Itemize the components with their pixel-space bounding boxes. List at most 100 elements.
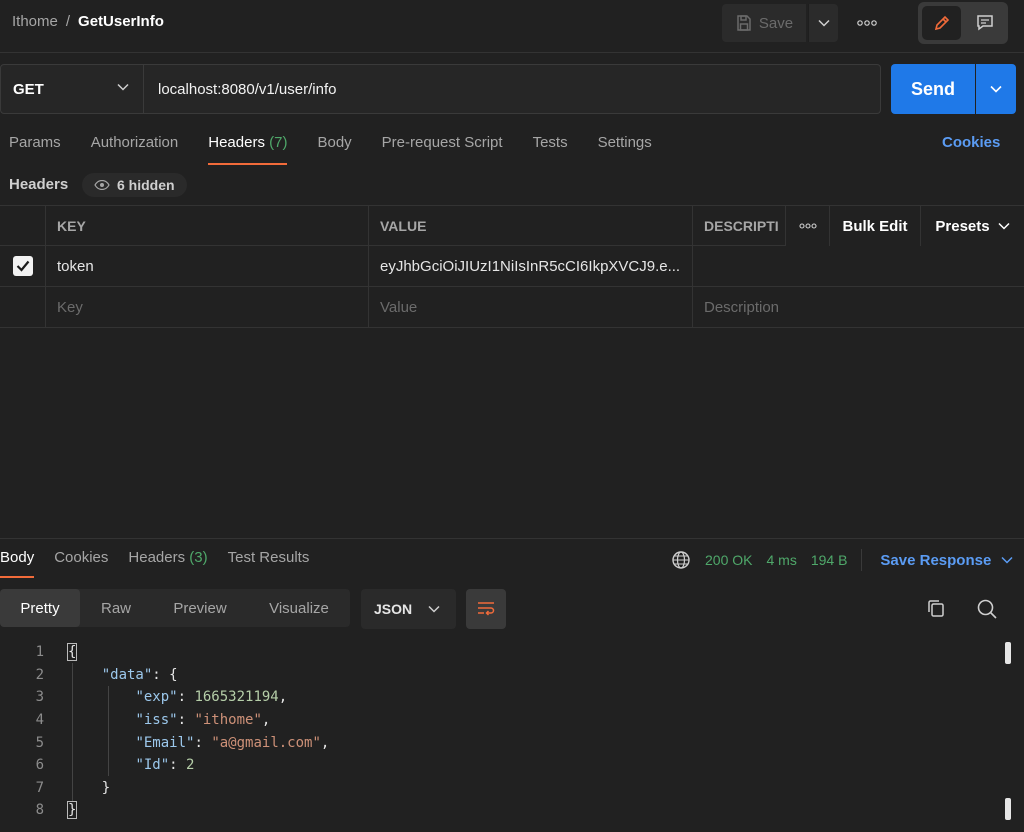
response-body-editor[interactable]: 1 { 2 "data": { 3 "exp": 1665321194, 4 "… xyxy=(0,641,1000,822)
more-horizontal-icon xyxy=(798,223,817,229)
json-string: "a@gmail.com" xyxy=(211,734,321,751)
eye-icon xyxy=(94,180,110,190)
save-icon xyxy=(737,15,751,31)
header-description-cell[interactable] xyxy=(692,246,1024,286)
presets-dropdown[interactable]: Presets xyxy=(920,206,1024,246)
close-brace: } xyxy=(66,801,78,820)
save-button[interactable]: Save xyxy=(722,4,806,42)
line-number: 7 xyxy=(35,779,44,796)
send-dropdown-button[interactable] xyxy=(976,64,1016,114)
json-punct: : { xyxy=(152,666,178,683)
tab-headers[interactable]: Headers (7) xyxy=(208,134,288,165)
line-number: 5 xyxy=(35,734,44,751)
pencil-icon xyxy=(934,15,949,31)
line-number: 4 xyxy=(35,712,44,729)
more-options-button[interactable] xyxy=(852,10,882,36)
row-check-cell xyxy=(0,287,45,327)
globe-icon[interactable] xyxy=(671,550,691,570)
wrap-lines-button[interactable] xyxy=(466,589,506,629)
code-line: 4 "iss": "ithome", xyxy=(0,709,1000,732)
line-number: 6 xyxy=(35,757,44,774)
header-key-cell[interactable]: token xyxy=(45,246,368,286)
new-description-input[interactable]: Description xyxy=(692,287,1024,327)
scrollbar-thumb[interactable] xyxy=(1005,642,1011,664)
header-enabled-checkbox[interactable] xyxy=(12,256,33,276)
view-preview[interactable]: Preview xyxy=(152,589,248,627)
tab-headers-label: Headers xyxy=(208,134,265,151)
column-value: VALUE xyxy=(368,206,692,246)
code-text: "Id": 2 xyxy=(135,757,195,774)
save-response-button[interactable]: Save Response xyxy=(880,552,1013,569)
format-dropdown[interactable]: JSON xyxy=(361,589,456,629)
scrollbar-thumb[interactable] xyxy=(1005,798,1011,820)
copy-icon[interactable] xyxy=(926,598,946,620)
request-tabs: Params Authorization Headers (7) Body Pr… xyxy=(9,134,682,165)
save-dropdown-button[interactable] xyxy=(808,4,838,42)
save-group: Save xyxy=(722,4,838,42)
header-check-cell xyxy=(0,206,45,246)
side-panel-toggle xyxy=(918,2,1008,44)
tab-settings[interactable]: Settings xyxy=(598,134,652,164)
line-number: 8 xyxy=(35,802,44,819)
tab-params[interactable]: Params xyxy=(9,134,61,164)
view-raw[interactable]: Raw xyxy=(80,589,152,627)
view-pretty[interactable]: Pretty xyxy=(0,589,80,627)
status-code[interactable]: 200 OK xyxy=(705,552,752,568)
save-response-label: Save Response xyxy=(880,551,992,569)
tab-test-results[interactable]: Test Results xyxy=(228,549,310,578)
json-string: "ithome" xyxy=(194,712,262,729)
code-line: 5 "Email": "a@gmail.com", xyxy=(0,731,1000,754)
tab-response-body[interactable]: Body xyxy=(0,549,35,578)
header-value-cell[interactable]: eyJhbGciOiJIUzI1NiIsInR5cCI6IkpXVCJ9.e..… xyxy=(368,246,692,286)
response-size[interactable]: 194 B xyxy=(811,552,848,568)
json-key: "exp" xyxy=(135,689,178,706)
json-key: "data" xyxy=(101,666,153,683)
tab-response-cookies[interactable]: Cookies xyxy=(54,549,108,578)
comment-icon xyxy=(976,15,993,31)
row-check-cell xyxy=(0,246,45,286)
breadcrumb-collection[interactable]: Ithome xyxy=(12,13,58,30)
send-button[interactable]: Send xyxy=(891,64,975,114)
search-icon[interactable] xyxy=(976,598,998,620)
code-line: 2 "data": { xyxy=(0,664,1000,687)
pane-divider[interactable] xyxy=(0,538,1024,539)
tab-response-headers[interactable]: Headers (3) xyxy=(128,549,207,578)
hidden-headers-toggle[interactable]: 6 hidden xyxy=(82,173,187,197)
chevron-down-icon xyxy=(990,85,1002,93)
code-line: 1 { xyxy=(0,641,1000,664)
hidden-headers-label: 6 hidden xyxy=(117,177,175,193)
cookies-link[interactable]: Cookies xyxy=(942,134,1000,151)
tab-pre-request-script[interactable]: Pre-request Script xyxy=(382,134,503,164)
tab-authorization[interactable]: Authorization xyxy=(91,134,179,164)
more-horizontal-icon xyxy=(857,20,877,26)
code-text: { xyxy=(66,643,78,662)
new-value-input[interactable]: Value xyxy=(368,287,692,327)
method-select[interactable]: GET xyxy=(0,64,144,114)
json-punct: } xyxy=(101,779,111,796)
response-status: 200 OK 4 ms 194 B Save Response xyxy=(671,549,1013,571)
chevron-down-icon xyxy=(428,605,440,613)
tab-body[interactable]: Body xyxy=(317,134,351,164)
open-brace: { xyxy=(66,643,78,662)
code-line: 7 } xyxy=(0,777,1000,800)
tab-tests[interactable]: Tests xyxy=(533,134,568,164)
wrap-text-icon xyxy=(478,602,495,616)
url-input[interactable]: localhost:8080/v1/user/info xyxy=(144,64,881,114)
response-time[interactable]: 4 ms xyxy=(766,552,796,568)
json-key: "Email" xyxy=(135,734,195,751)
new-key-input[interactable]: Key xyxy=(45,287,368,327)
edit-mode-button[interactable] xyxy=(922,6,961,40)
request-name[interactable]: GetUserInfo xyxy=(78,13,164,30)
tab-response-headers-count: (3) xyxy=(189,549,208,566)
code-text: "Email": "a@gmail.com", xyxy=(135,734,330,751)
chevron-down-icon xyxy=(117,83,129,91)
breadcrumb: Ithome / GetUserInfo xyxy=(12,13,164,30)
view-visualize[interactable]: Visualize xyxy=(248,589,350,627)
response-view-selector: Pretty Raw Preview Visualize xyxy=(0,589,350,627)
presets-label: Presets xyxy=(935,217,990,235)
comments-button[interactable] xyxy=(965,6,1004,40)
bulk-edit-button[interactable]: Bulk Edit xyxy=(829,206,920,246)
column-key: KEY xyxy=(45,206,368,246)
headers-section-label: Headers xyxy=(9,176,69,193)
table-more-button[interactable] xyxy=(785,206,829,246)
